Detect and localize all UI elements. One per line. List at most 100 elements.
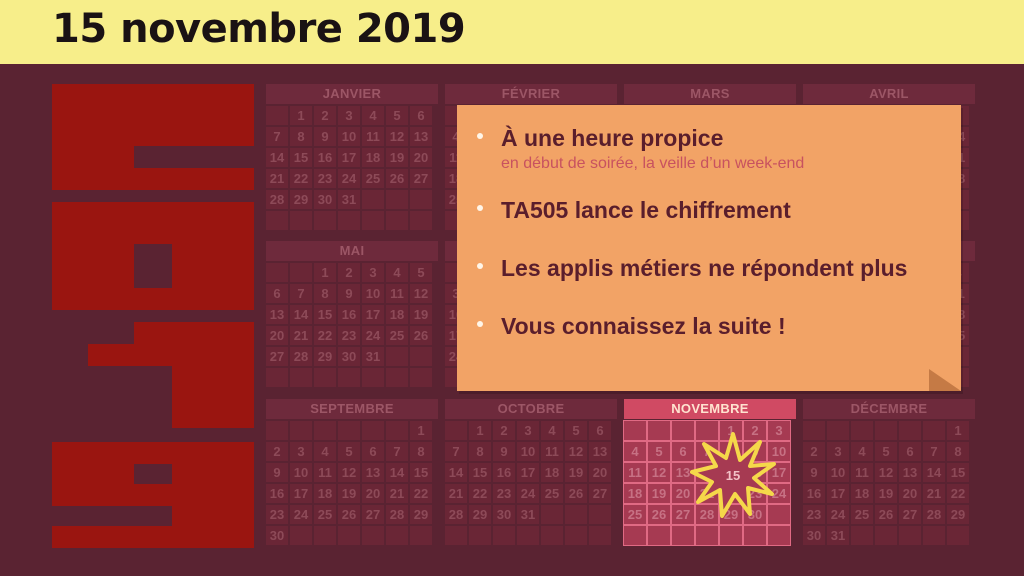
- day-cell: [445, 421, 467, 440]
- day-cell: 4: [386, 263, 408, 282]
- day-cell: 24: [290, 505, 312, 524]
- bullet-dot-icon: [477, 263, 483, 269]
- day-cell: 1: [469, 421, 491, 440]
- day-cell: [565, 505, 587, 524]
- day-cell: [386, 526, 408, 545]
- day-cell: 19: [410, 305, 432, 324]
- day-cell: 29: [947, 505, 969, 524]
- day-cell: [923, 526, 945, 545]
- day-cell: [290, 263, 312, 282]
- day-cell: 11: [362, 127, 384, 146]
- day-cell: [386, 347, 408, 366]
- day-cell: [445, 526, 467, 545]
- day-cell: 31: [362, 347, 384, 366]
- month-grid: 1234567891011121314151617181920212223242…: [445, 421, 617, 545]
- day-cell: 5: [410, 263, 432, 282]
- day-cell: [290, 211, 312, 230]
- day-cell: 23: [314, 169, 336, 188]
- day-cell: 31: [827, 526, 849, 545]
- day-cell: [338, 211, 360, 230]
- day-cell: 4: [851, 442, 873, 461]
- day-cell: 7: [445, 442, 467, 461]
- day-cell: 16: [493, 463, 515, 482]
- day-cell: 25: [623, 504, 647, 525]
- day-cell: 7: [266, 127, 288, 146]
- day-cell: 16: [266, 484, 288, 503]
- day-cell: 1: [314, 263, 336, 282]
- bullet-text: TA505 lance le chiffrement: [501, 197, 791, 223]
- day-cell: [493, 526, 515, 545]
- day-cell: 13: [362, 463, 384, 482]
- day-cell: 9: [338, 284, 360, 303]
- starburst-highlight-icon: 15: [690, 432, 776, 518]
- day-cell: 16: [338, 305, 360, 324]
- day-cell: 9: [803, 463, 825, 482]
- month-10: OCTOBRE 1 2 3 4 5 6 7 8 9 10 11 12 13 14 15 16 17 18 19 20 21…: [445, 399, 617, 545]
- day-cell: [541, 526, 563, 545]
- day-cell: 29: [290, 190, 312, 209]
- day-cell: 11: [541, 442, 563, 461]
- day-cell: 26: [410, 326, 432, 345]
- day-cell: [875, 421, 897, 440]
- day-cell: [362, 368, 384, 387]
- day-cell: 25: [362, 169, 384, 188]
- day-cell: [362, 211, 384, 230]
- day-cell: 13: [410, 127, 432, 146]
- day-cell: 11: [851, 463, 873, 482]
- day-cell: 21: [386, 484, 408, 503]
- day-cell: [517, 526, 539, 545]
- day-cell: 21: [266, 169, 288, 188]
- day-cell: 6: [266, 284, 288, 303]
- month-name: DÉCEMBRE: [803, 399, 975, 419]
- month-name: AVRIL: [803, 84, 975, 104]
- day-cell: 10: [827, 463, 849, 482]
- day-cell: 22: [314, 326, 336, 345]
- day-cell: 18: [386, 305, 408, 324]
- day-cell: 17: [362, 305, 384, 324]
- highlight-day: 15: [726, 468, 740, 483]
- day-cell: 22: [469, 484, 491, 503]
- day-cell: [923, 421, 945, 440]
- day-cell: 31: [338, 190, 360, 209]
- day-cell: [314, 421, 336, 440]
- day-cell: 15: [947, 463, 969, 482]
- day-cell: 10: [290, 463, 312, 482]
- day-cell: [338, 368, 360, 387]
- day-cell: 8: [410, 442, 432, 461]
- bullet-dot-icon: [477, 205, 483, 211]
- day-cell: [827, 421, 849, 440]
- day-cell: [266, 211, 288, 230]
- day-cell: [386, 421, 408, 440]
- day-cell: 7: [386, 442, 408, 461]
- day-cell: 29: [469, 505, 491, 524]
- bullet-item: TA505 lance le chiffrement: [467, 195, 907, 225]
- day-cell: 14: [386, 463, 408, 482]
- bullet-text: Vous connaissez la suite !: [501, 313, 786, 339]
- day-cell: 2: [803, 442, 825, 461]
- day-cell: 13: [266, 305, 288, 324]
- day-cell: 20: [410, 148, 432, 167]
- day-cell: [899, 421, 921, 440]
- day-cell: 23: [338, 326, 360, 345]
- day-cell: 28: [290, 347, 312, 366]
- day-cell: [362, 526, 384, 545]
- day-cell: 3: [362, 263, 384, 282]
- day-cell: [695, 525, 719, 546]
- day-cell: 19: [875, 484, 897, 503]
- day-cell: 1: [290, 106, 312, 125]
- day-cell: 8: [469, 442, 491, 461]
- day-cell: 3: [290, 442, 312, 461]
- day-cell: [266, 263, 288, 282]
- day-cell: 28: [923, 505, 945, 524]
- month-9: SEPTEMBRE 1 2 3 4 5 6 7 8 9 10 11 12 13 14 15 16 17 18 19 20…: [266, 399, 438, 545]
- day-cell: 25: [386, 326, 408, 345]
- day-cell: 27: [589, 484, 611, 503]
- day-cell: 13: [899, 463, 921, 482]
- day-cell: 14: [266, 148, 288, 167]
- bullet-subtext: en début de soirée, la veille d’un week-…: [501, 155, 805, 172]
- day-cell: 15: [469, 463, 491, 482]
- day-cell: 19: [338, 484, 360, 503]
- day-cell: 6: [410, 106, 432, 125]
- day-cell: 3: [338, 106, 360, 125]
- day-cell: 26: [875, 505, 897, 524]
